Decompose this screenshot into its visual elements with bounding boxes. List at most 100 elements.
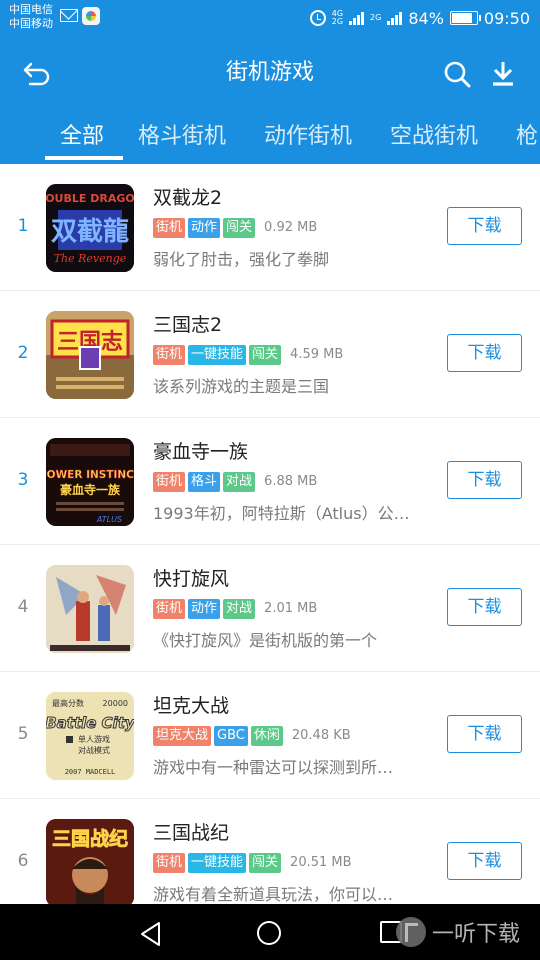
svg-text:豪血寺一族: 豪血寺一族 [60, 482, 121, 497]
active-tab-indicator [45, 156, 123, 160]
download-button[interactable]: 下载 [447, 334, 522, 372]
clock: 09:50 [483, 8, 530, 28]
game-title: 三国战纪 [153, 822, 230, 844]
art-title: 三国战纪 [52, 827, 128, 850]
tab-fighting[interactable]: 格斗街机 [138, 122, 226, 152]
watermark-text: 一听下载 [432, 922, 521, 947]
watermark-logo-icon [396, 917, 426, 947]
game-tags: 街机 一键技能 闯关 4.59 MB [153, 345, 343, 365]
file-size: 4.59 MB [290, 347, 344, 362]
tag: 闯关 [249, 853, 282, 873]
tag: 街机 [153, 599, 186, 619]
tag: 一键技能 [188, 345, 247, 365]
carrier-1: 中国电信 [9, 3, 53, 16]
game-thumbnail [46, 565, 134, 653]
game-thumbnail: 三国战纪 [46, 819, 134, 907]
sanguo-zhanji-art: 三国战纪 [46, 819, 134, 907]
game-row[interactable]: 3 POWER INSTINCT 豪血寺一族 ATLUS 豪血寺一族 街机 格斗… [0, 418, 540, 545]
tag: 格斗 [188, 472, 221, 492]
tag: 坦克大战 [153, 726, 212, 746]
game-thumbnail: 三国志 [46, 311, 134, 399]
art-title: POWER INSTINCT [46, 469, 134, 481]
download-icon [493, 62, 513, 86]
rank-number: 4 [17, 597, 29, 617]
game-description: 《快打旋风》是街机版的第一个 [153, 631, 378, 650]
signal-icon-2 [387, 11, 403, 25]
watermark: 一听下载 [396, 916, 520, 948]
app-header: 街机游戏 [0, 36, 540, 112]
file-size: 20.48 KB [291, 728, 351, 743]
battery-percent: 84% [408, 8, 444, 28]
game-row[interactable]: 1 DOUBLE DRAGON 双截龍 The Revenge 双截龙2 街机 … [0, 164, 540, 291]
game-description: 1993年初，阿特拉斯（Atlus）公… [153, 504, 410, 523]
tag: 闯关 [223, 218, 256, 238]
art-top-left: 最高分数 [52, 698, 84, 708]
network-2g-label-2: 2G [370, 13, 382, 22]
rank-number: 5 [17, 724, 29, 744]
game-tags: 街机 格斗 对战 6.88 MB [153, 472, 317, 492]
svg-text:ATLUS: ATLUS [96, 515, 122, 524]
tag: 一键技能 [188, 853, 247, 873]
game-row[interactable]: 5 最高分数 20000 Battle City 单人游戏 对战模式 2007 … [0, 672, 540, 799]
app-notification-icon [82, 7, 100, 25]
final-fight-art [46, 565, 134, 653]
tag: 闯关 [249, 345, 282, 365]
game-title: 快打旋风 [153, 568, 230, 590]
battery-icon [449, 11, 481, 25]
tag: 街机 [153, 345, 186, 365]
battery-level [451, 13, 473, 23]
game-description: 该系列游戏的主题是三国 [153, 377, 330, 396]
game-thumbnail: DOUBLE DRAGON 双截龍 The Revenge [46, 184, 134, 272]
rank-number: 3 [17, 470, 29, 490]
download-button[interactable]: 下载 [447, 461, 522, 499]
game-title: 坦克大战 [153, 695, 230, 717]
tab-action[interactable]: 动作街机 [264, 122, 352, 152]
art-line-1: 单人游戏 [78, 734, 110, 744]
tag: 街机 [153, 218, 186, 238]
carrier-info: 中国电信 中国移动 [9, 3, 53, 31]
game-title: 双截龙2 [153, 187, 223, 209]
file-size: 2.01 MB [264, 601, 318, 616]
rank-number: 6 [17, 851, 29, 871]
tab-shooting[interactable]: 枪 [516, 122, 538, 152]
download-manager-button[interactable] [491, 60, 515, 88]
game-thumbnail: POWER INSTINCT 豪血寺一族 ATLUS [46, 438, 134, 526]
tab-air-combat[interactable]: 空战街机 [390, 122, 478, 152]
art-line-2: 对战模式 [78, 745, 110, 755]
tag: GBC [214, 726, 248, 746]
game-tags: 街机 动作 对战 2.01 MB [153, 599, 317, 619]
game-tags: 坦克大战 GBC 休闲 20.48 KB [153, 726, 351, 746]
game-tags: 街机 一键技能 闯关 20.51 MB [153, 853, 352, 873]
download-button[interactable]: 下载 [447, 842, 522, 880]
download-button[interactable]: 下载 [447, 207, 522, 245]
rank-number: 1 [17, 216, 29, 236]
search-button[interactable] [443, 60, 471, 88]
game-title: 三国志2 [153, 314, 223, 336]
nav-back-button[interactable] [139, 921, 163, 951]
game-description: 游戏有着全新道具玩法，你可以… [153, 885, 394, 904]
game-thumbnail: 最高分数 20000 Battle City 单人游戏 对战模式 2007 MA… [46, 692, 134, 780]
mail-icon [60, 9, 78, 22]
nav-home-button[interactable] [257, 921, 281, 945]
game-description: 游戏中有一种雷达可以探测到所… [153, 758, 394, 777]
carrier-2: 中国移动 [9, 17, 53, 30]
art-footer: 2007 MADCELL [65, 768, 116, 776]
tag: 对战 [223, 599, 256, 619]
tag: 休闲 [250, 726, 283, 746]
network-4g-badge: 4G 2G [332, 10, 343, 26]
file-size: 6.88 MB [264, 474, 318, 489]
tag: 动作 [188, 218, 221, 238]
download-button[interactable]: 下载 [447, 715, 522, 753]
rank-number: 2 [17, 343, 29, 363]
tab-all[interactable]: 全部 [60, 122, 104, 152]
svg-text:The Revenge: The Revenge [54, 252, 127, 265]
game-row[interactable]: 4 快打旋风 街机 动作 对战 2.01 MB 《快打旋风》是街机版的第一个 下… [0, 545, 540, 672]
status-bar: 中国电信 中国移动 4G 2G 2G 84% 09:50 [0, 0, 540, 36]
download-button[interactable]: 下载 [447, 588, 522, 626]
triangle-back-icon [141, 922, 160, 946]
tag: 街机 [153, 853, 186, 873]
art-title: DOUBLE DRAGON [46, 192, 134, 205]
status-right: 4G 2G 2G 84% 09:50 [309, 6, 530, 30]
game-row[interactable]: 2 三国志 三国志2 街机 一键技能 闯关 4.59 MB 该系列游戏的主题是三… [0, 291, 540, 418]
sangokushi-art: 三国志 [46, 311, 134, 399]
